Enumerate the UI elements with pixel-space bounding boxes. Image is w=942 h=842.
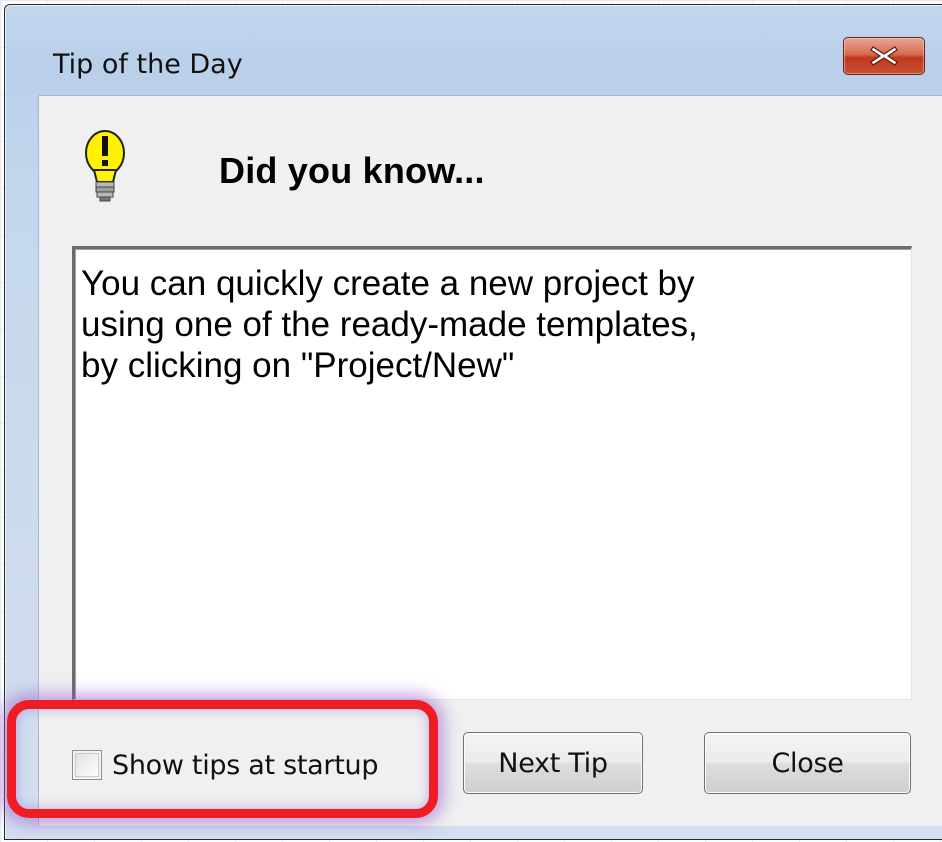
close-button[interactable]: Close xyxy=(704,732,911,794)
tip-text: You can quickly create a new project by … xyxy=(81,264,698,385)
show-tips-at-startup-option[interactable]: Show tips at startup xyxy=(72,747,378,783)
lightbulb-icon xyxy=(85,130,125,202)
show-tips-checkbox[interactable] xyxy=(72,750,102,780)
close-x-icon xyxy=(870,46,898,66)
window-close-button[interactable] xyxy=(843,37,925,75)
next-tip-button[interactable]: Next Tip xyxy=(463,732,643,794)
tip-of-the-day-dialog: Tip of the Day Did you know... You can q… xyxy=(4,4,942,840)
dialog-content: Did you know... You can quickly create a… xyxy=(38,95,942,826)
show-tips-label: Show tips at startup xyxy=(112,749,379,781)
did-you-know-heading: Did you know... xyxy=(219,150,485,191)
title-bar[interactable]: Tip of the Day xyxy=(5,5,942,93)
window-title: Tip of the Day xyxy=(53,49,243,80)
tip-text-area[interactable]: You can quickly create a new project by … xyxy=(72,246,912,700)
